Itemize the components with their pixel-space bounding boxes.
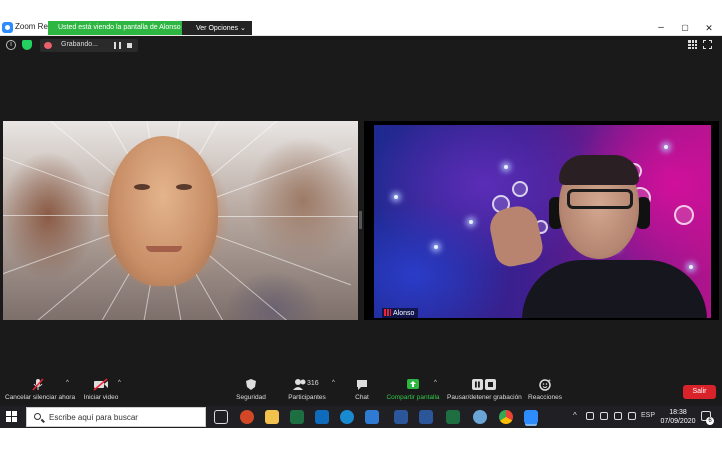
browser-icon[interactable] <box>473 410 487 424</box>
signal-icon <box>384 309 391 316</box>
meeting-window: i Grabando... Alonso <box>0 36 722 406</box>
participant-video-tile[interactable]: Alonso <box>364 121 719 320</box>
info-icon[interactable]: i <box>6 40 16 50</box>
record-controls-label: Pausar/detener grabación <box>447 394 522 401</box>
zoom-app-icon <box>2 22 13 33</box>
edge-icon[interactable] <box>340 410 354 424</box>
share-options-caret[interactable]: ^ <box>434 380 437 386</box>
file-explorer-icon[interactable] <box>265 410 279 424</box>
shared-screen-image <box>3 121 358 320</box>
participants-options-caret[interactable]: ^ <box>332 380 335 386</box>
participants-label: Participantes <box>288 394 326 401</box>
shield-icon[interactable] <box>22 40 32 50</box>
reactions-label: Reacciones <box>528 394 562 401</box>
task-view-icon[interactable] <box>214 410 228 424</box>
record-controls-icon <box>472 379 496 390</box>
taskbar-clock[interactable]: 18:38 07/09/2020 <box>660 408 696 426</box>
chevron-down-icon: ⌄ <box>239 25 246 32</box>
meeting-topbar: i Grabando... <box>0 36 722 54</box>
start-video-button[interactable]: Iniciar video <box>83 378 119 401</box>
minimize-button[interactable]: – <box>654 21 668 35</box>
mouth <box>146 246 182 252</box>
reactions-icon: + <box>538 378 551 391</box>
chat-button[interactable]: Chat <box>352 378 372 401</box>
clock-time: 18:38 <box>669 409 687 416</box>
share-screen-label: Compartir pantalla <box>386 394 440 401</box>
maximize-button[interactable]: ▢ <box>678 21 692 35</box>
language-indicator[interactable]: ESP <box>641 412 655 419</box>
network-icon[interactable] <box>586 412 594 420</box>
zoom-taskbar-icon[interactable] <box>524 410 538 424</box>
search-placeholder: Escribe aquí para buscar <box>49 413 138 422</box>
excel-document-icon[interactable] <box>446 410 460 424</box>
video-options-caret[interactable]: ^ <box>118 380 121 386</box>
windows-taskbar: Escribe aquí para buscar ^ ESP 18:38 07/… <box>0 406 722 428</box>
taskbar-search-box[interactable]: Escribe aquí para buscar <box>26 407 206 427</box>
microphone-muted-icon <box>32 378 44 391</box>
share-banner: Usted está viendo la pantalla de Alonso <box>48 21 191 35</box>
leave-button[interactable]: Salir <box>683 385 716 399</box>
chat-label: Chat <box>355 394 369 401</box>
chrome-icon[interactable] <box>499 410 513 424</box>
record-controls-button[interactable]: Pausar/detener grabación <box>447 378 522 401</box>
chat-icon <box>357 380 367 390</box>
stop-icon[interactable] <box>127 43 132 48</box>
window-titlebar: Zoom Reuni Usted está viendo la pantalla… <box>0 20 722 36</box>
split-view-handle[interactable] <box>359 211 362 229</box>
unmute-button[interactable]: Cancelar silenciar ahora <box>5 378 75 401</box>
participants-button[interactable]: 316 Participantes <box>288 378 326 401</box>
recording-indicator: Grabando... <box>40 39 138 52</box>
view-options-label: Ver Opciones <box>196 25 239 32</box>
battery-icon[interactable] <box>600 412 608 420</box>
participants-icon: 316 <box>293 379 319 390</box>
hand <box>486 202 546 270</box>
record-icon <box>44 42 52 49</box>
person-body <box>522 260 707 318</box>
eye <box>176 184 192 190</box>
share-screen-icon <box>407 379 419 389</box>
fullscreen-icon[interactable] <box>703 40 712 49</box>
security-shield-icon <box>246 379 256 390</box>
tray-overflow-icon[interactable]: ^ <box>573 411 577 420</box>
pause-icon[interactable] <box>114 42 121 49</box>
mute-options-caret[interactable]: ^ <box>66 380 69 386</box>
security-button[interactable]: Seguridad <box>236 378 266 401</box>
video-off-icon <box>93 378 108 391</box>
powerpoint-icon[interactable] <box>240 410 254 424</box>
glasses <box>567 189 633 209</box>
notifications-badge: 6 <box>706 417 714 425</box>
face-portrait <box>108 136 218 286</box>
reactions-button[interactable]: + Reacciones <box>528 378 562 401</box>
participant-name: Alonso <box>393 310 415 317</box>
view-options-button[interactable]: Ver Opciones ⌄ <box>182 21 252 35</box>
mail-icon[interactable] <box>365 410 379 424</box>
word-icon[interactable] <box>394 410 408 424</box>
search-icon <box>34 413 41 420</box>
word-document-icon[interactable] <box>419 410 433 424</box>
participant-video: Alonso <box>374 125 711 318</box>
eye <box>134 184 150 190</box>
unmute-label: Cancelar silenciar ahora <box>5 394 76 401</box>
close-button[interactable]: ✕ <box>702 21 716 35</box>
windows-start-icon[interactable] <box>6 411 17 422</box>
excel-icon[interactable] <box>290 410 304 424</box>
security-label: Seguridad <box>236 394 266 401</box>
wifi-icon[interactable] <box>628 412 636 420</box>
volume-icon[interactable] <box>614 412 622 420</box>
outlook-icon[interactable] <box>315 410 329 424</box>
participant-name-tag: Alonso <box>382 308 419 318</box>
recording-label: Grabando... <box>61 41 98 48</box>
svg-text:+: + <box>548 378 551 384</box>
gallery-grid-icon[interactable] <box>688 40 697 49</box>
meeting-toolbar: Cancelar silenciar ahora ^ Iniciar video… <box>0 376 722 406</box>
start-video-label: Iniciar video <box>83 394 119 401</box>
screen: Zoom Reuni Usted está viendo la pantalla… <box>0 0 722 450</box>
clock-date: 07/09/2020 <box>660 418 696 425</box>
share-screen-button[interactable]: Compartir pantalla <box>386 378 440 401</box>
participants-count: 316 <box>307 380 319 387</box>
person-hair <box>559 155 639 185</box>
